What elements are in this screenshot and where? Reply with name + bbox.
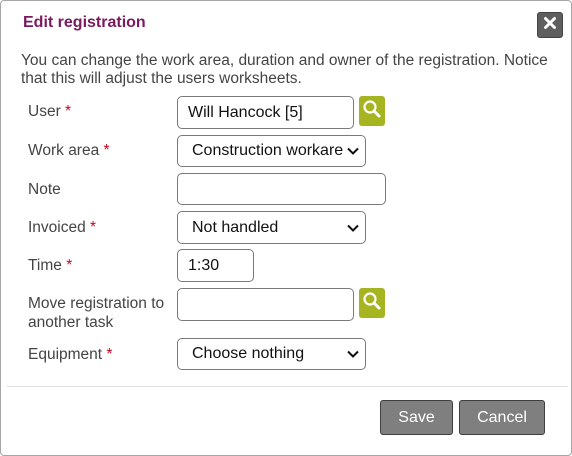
user-field[interactable]: Will Hancock [5]: [177, 96, 354, 129]
required-marker: *: [90, 219, 97, 236]
note-label: Note: [28, 180, 61, 199]
chevron-down-icon: [347, 350, 359, 358]
move-task-field[interactable]: [177, 288, 354, 321]
move-task-label: Move registration to another task: [28, 295, 165, 331]
equipment-label-text: Equipment: [28, 346, 103, 363]
invoiced-label-text: Invoiced: [28, 219, 86, 236]
chevron-down-icon: [347, 147, 359, 155]
work-area-label-text: Work area: [28, 142, 100, 159]
invoiced-label: Invoiced *: [28, 218, 96, 237]
required-marker: *: [66, 257, 73, 274]
magnifier-icon: [362, 291, 382, 316]
cancel-button[interactable]: Cancel: [459, 400, 545, 435]
move-task-lookup-button[interactable]: [359, 288, 385, 318]
user-lookup-button[interactable]: [359, 96, 385, 126]
equipment-label: Equipment *: [28, 345, 112, 364]
user-label-text: User: [28, 103, 61, 120]
close-icon: [543, 16, 557, 35]
close-button[interactable]: [537, 12, 563, 38]
invoiced-select-value: Not handled: [192, 218, 279, 236]
work-area-select-value: Construction workarea: [192, 142, 343, 159]
invoiced-select[interactable]: Not handled: [177, 211, 366, 244]
dialog-title: Edit registration: [23, 14, 146, 31]
user-label: User *: [28, 102, 71, 121]
user-field-value: Will Hancock [5]: [188, 103, 303, 121]
work-area-select[interactable]: Construction workarea: [177, 135, 366, 167]
time-label-text: Time: [28, 257, 62, 274]
edit-registration-dialog: Edit registration You can change the wor…: [0, 0, 572, 456]
magnifier-icon: [362, 99, 382, 124]
equipment-select-value: Choose nothing: [192, 345, 305, 362]
note-label-text: Note: [28, 181, 61, 198]
dialog-intro: You can change the work area, duration a…: [21, 52, 548, 87]
time-label: Time *: [28, 256, 72, 275]
work-area-label: Work area *: [28, 141, 110, 160]
save-button[interactable]: Save: [380, 400, 453, 435]
required-marker: *: [103, 142, 110, 159]
equipment-select[interactable]: Choose nothing: [177, 338, 366, 370]
footer-divider: [7, 386, 568, 387]
chevron-down-icon: [347, 224, 359, 232]
required-marker: *: [106, 346, 113, 363]
note-field[interactable]: [177, 173, 386, 205]
time-field[interactable]: 1:30: [177, 249, 254, 282]
required-marker: *: [65, 103, 72, 120]
time-field-value: 1:30: [188, 256, 220, 274]
